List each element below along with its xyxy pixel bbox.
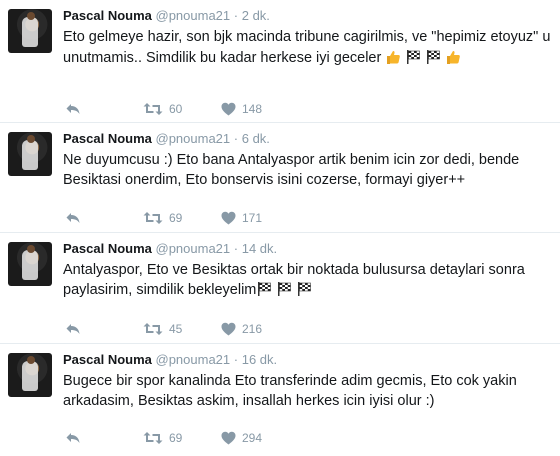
reply-icon — [66, 104, 80, 114]
retweet-icon — [143, 212, 163, 224]
heart-icon — [221, 211, 236, 225]
retweet-button[interactable]: 60 — [143, 101, 182, 117]
timestamp[interactable]: 16 dk. — [242, 352, 277, 367]
separator: · — [233, 241, 239, 256]
avatar[interactable] — [8, 242, 52, 286]
retweet-button[interactable]: 69 — [143, 430, 182, 446]
heart-icon — [221, 322, 236, 336]
reply-button[interactable] — [65, 321, 81, 337]
like-count: 216 — [242, 322, 263, 336]
checkered-flag-icon — [296, 281, 312, 303]
tweet-text: Bugece bir spor kanalinda Eto transferin… — [63, 373, 521, 409]
reply-icon — [66, 324, 80, 334]
tweet-text: Ne duyumcusu :) Eto bana Antalyaspor art… — [63, 152, 524, 188]
like-count: 171 — [242, 211, 263, 225]
separator: · — [233, 131, 239, 146]
author-handle[interactable]: @pnouma21 — [156, 352, 231, 367]
author-handle[interactable]: @pnouma21 — [156, 241, 231, 256]
author-name[interactable]: Pascal Nouma — [63, 131, 152, 146]
reply-icon — [66, 213, 80, 223]
reply-button[interactable] — [65, 430, 81, 446]
like-button[interactable]: 216 — [221, 321, 262, 337]
retweet-icon — [143, 323, 163, 335]
retweet-count: 45 — [169, 322, 183, 336]
timestamp[interactable]: 6 dk. — [242, 131, 270, 146]
tweet-text-content: Eto gelmeye hazir, son bjk macinda tribu… — [63, 29, 555, 66]
thumbs-up-icon — [385, 49, 401, 72]
retweet-button[interactable]: 69 — [143, 210, 182, 226]
reply-button[interactable] — [65, 101, 81, 117]
tweet[interactable]: Pascal Nouma @pnouma21 · 16 dk. Bugece b… — [0, 344, 560, 456]
heart-icon — [221, 431, 236, 445]
heart-icon — [221, 102, 236, 116]
like-count: 294 — [242, 431, 263, 445]
tweet-header: Pascal Nouma @pnouma21 · 2 dk. — [63, 8, 270, 24]
tweet-text: Antalyaspor, Eto ve Besiktas ortak bir n… — [63, 260, 553, 303]
reply-icon — [66, 433, 80, 443]
tweet-header: Pascal Nouma @pnouma21 · 16 dk. — [63, 352, 277, 368]
tweet-text: Eto gelmeye hazir, son bjk macinda tribu… — [63, 27, 553, 72]
timestamp[interactable]: 2 dk. — [242, 8, 270, 23]
timestamp[interactable]: 14 dk. — [242, 241, 277, 256]
avatar[interactable] — [8, 9, 52, 53]
like-button[interactable]: 148 — [221, 101, 262, 117]
retweet-button[interactable]: 45 — [143, 321, 182, 337]
checkered-flag-icon — [425, 49, 441, 72]
separator: · — [233, 8, 239, 23]
author-name[interactable]: Pascal Nouma — [63, 241, 152, 256]
author-name[interactable]: Pascal Nouma — [63, 352, 152, 367]
author-handle[interactable]: @pnouma21 — [156, 131, 231, 146]
checkered-flag-icon — [276, 281, 292, 303]
separator: · — [233, 352, 239, 367]
like-button[interactable]: 294 — [221, 430, 262, 446]
retweet-count: 60 — [169, 102, 183, 116]
avatar[interactable] — [8, 132, 52, 176]
reply-button[interactable] — [65, 210, 81, 226]
thumbs-up-icon — [445, 49, 461, 72]
retweet-icon — [143, 103, 163, 115]
tweet[interactable]: Pascal Nouma @pnouma21 · 2 dk. Eto gelme… — [0, 0, 560, 123]
tweet[interactable]: Pascal Nouma @pnouma21 · 6 dk. Ne duyumc… — [0, 123, 560, 233]
author-name[interactable]: Pascal Nouma — [63, 8, 152, 23]
avatar[interactable] — [8, 353, 52, 397]
tweet[interactable]: Pascal Nouma @pnouma21 · 14 dk. Antalyas… — [0, 233, 560, 344]
tweet-timeline: Pascal Nouma @pnouma21 · 2 dk. Eto gelme… — [0, 0, 560, 456]
checkered-flag-icon — [256, 281, 272, 303]
like-button[interactable]: 171 — [221, 210, 262, 226]
retweet-count: 69 — [169, 431, 183, 445]
tweet-header: Pascal Nouma @pnouma21 · 6 dk. — [63, 131, 270, 147]
checkered-flag-icon — [405, 49, 421, 72]
author-handle[interactable]: @pnouma21 — [156, 8, 231, 23]
retweet-icon — [143, 432, 163, 444]
retweet-count: 69 — [169, 211, 183, 225]
tweet-header: Pascal Nouma @pnouma21 · 14 dk. — [63, 241, 277, 257]
like-count: 148 — [242, 102, 263, 116]
